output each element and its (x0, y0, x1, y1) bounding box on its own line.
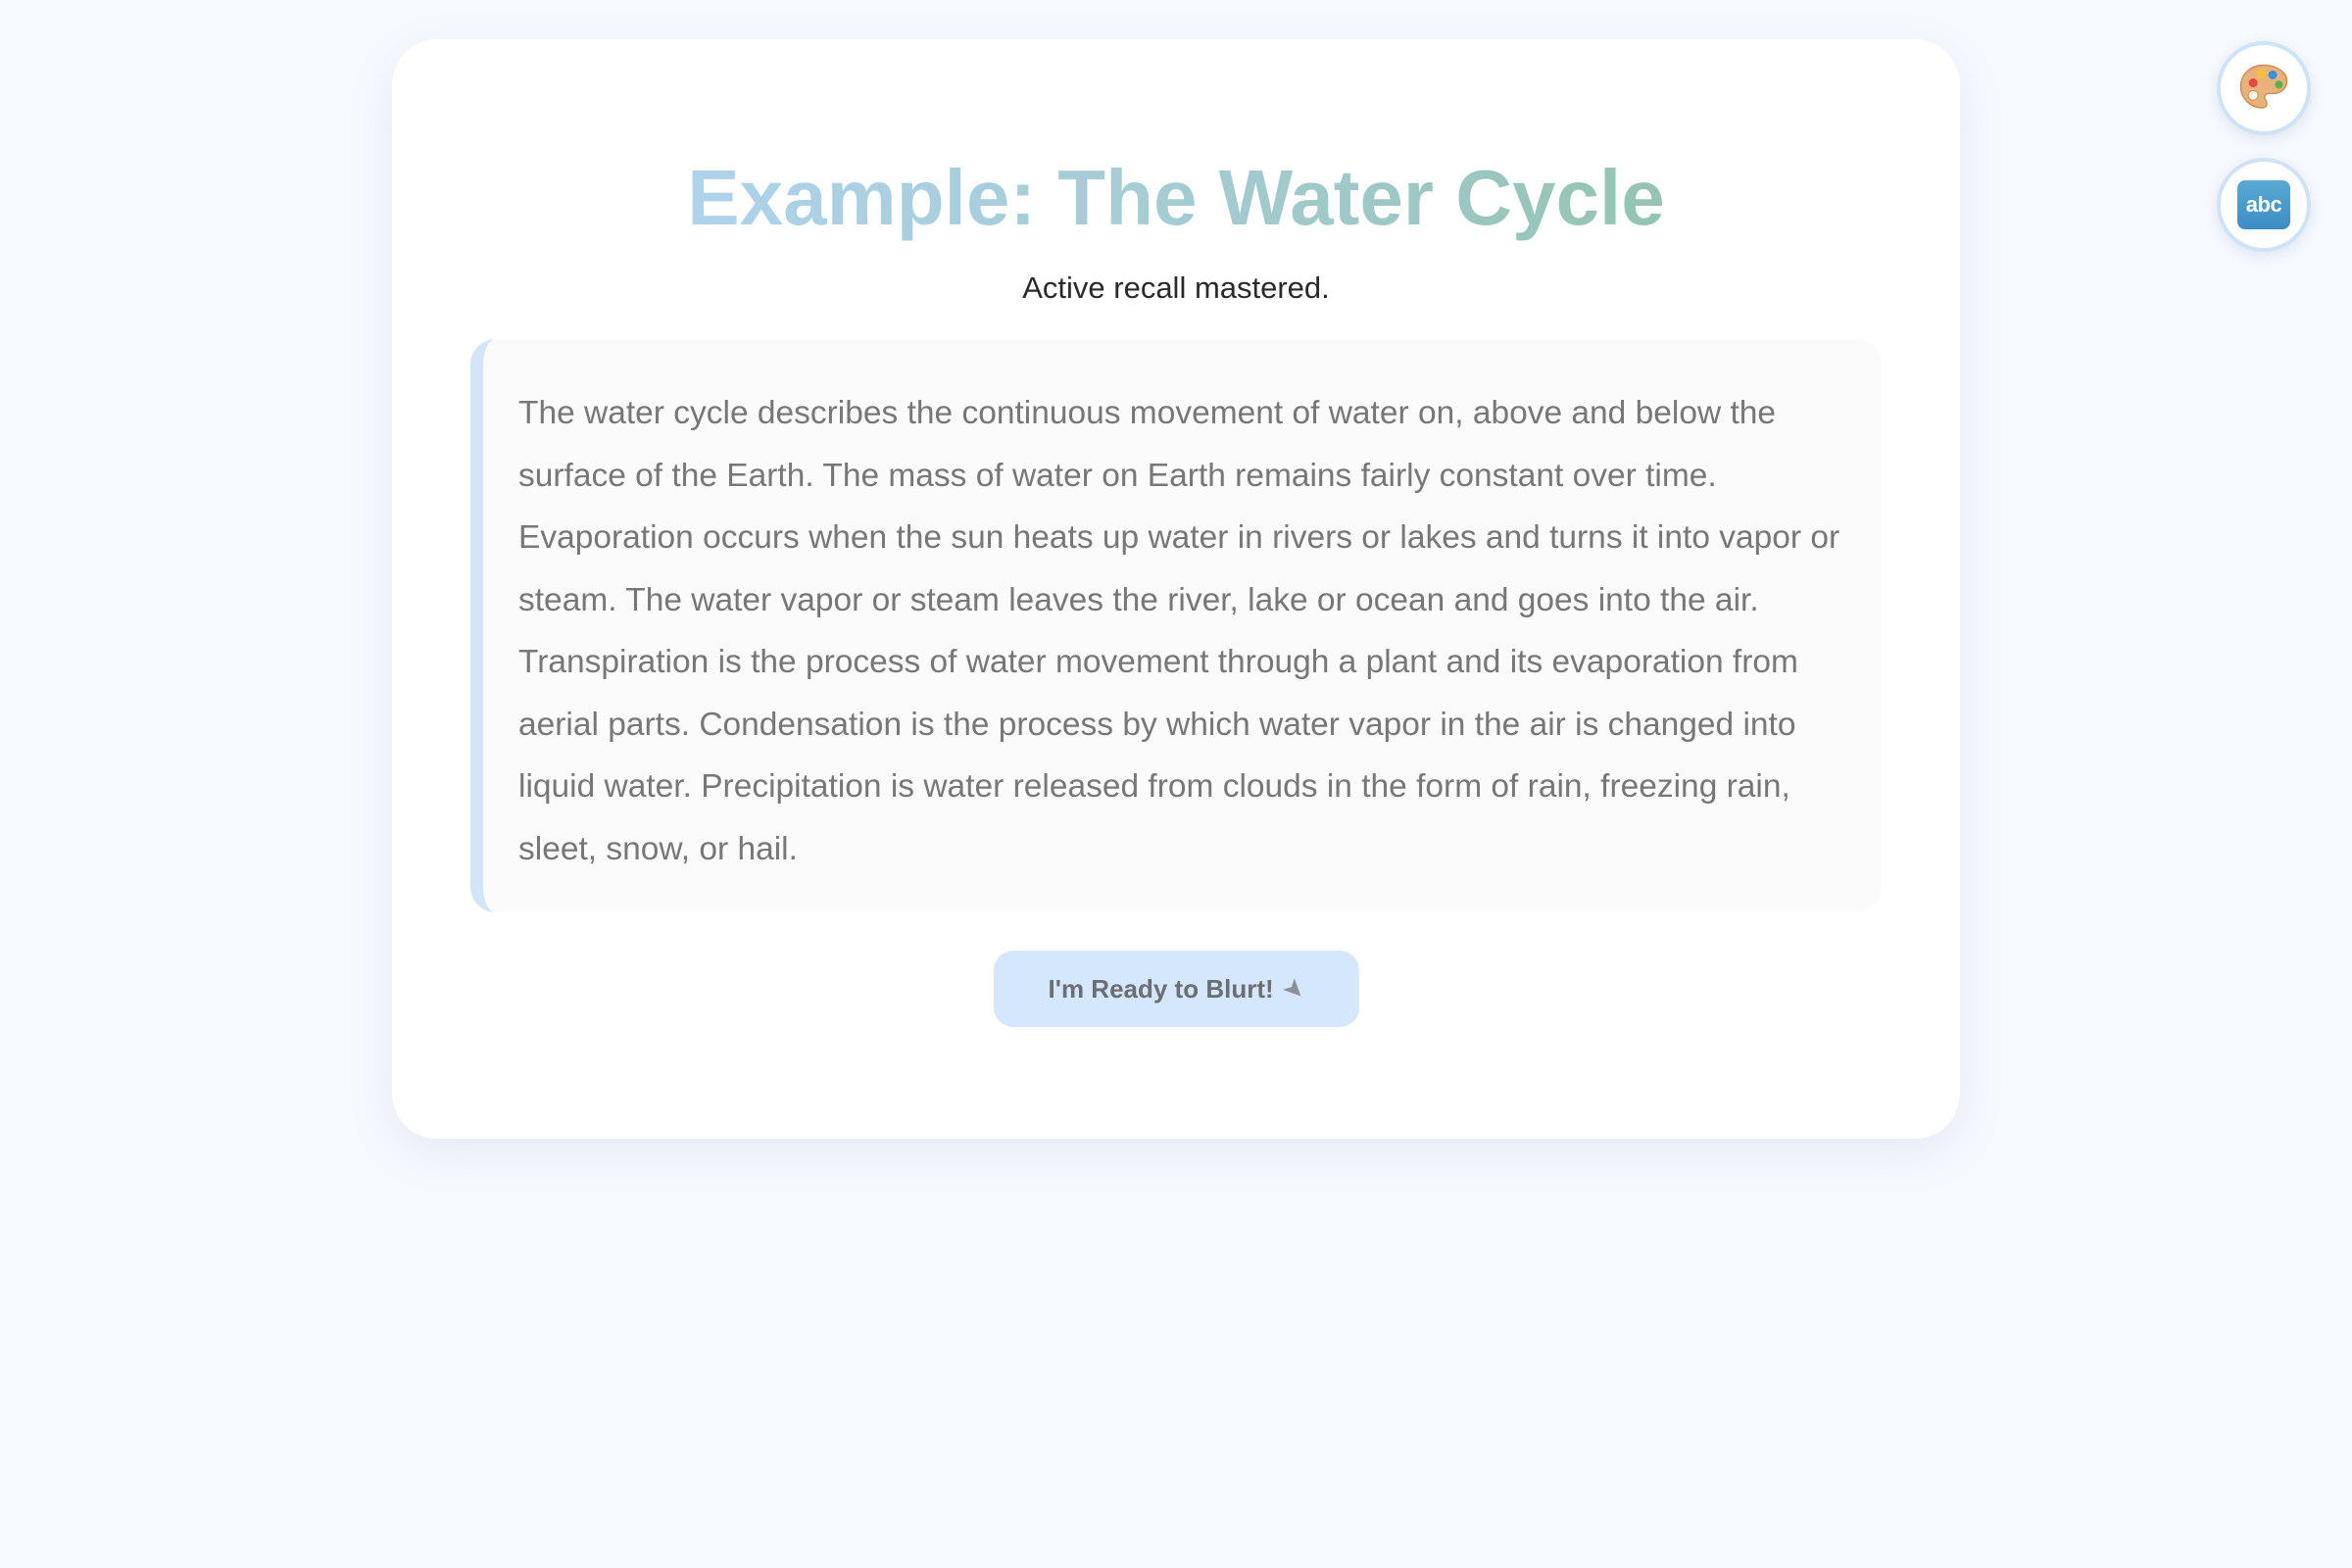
title-wrapper: Example: The Water Cycle (392, 149, 1960, 247)
theme-palette-button[interactable] (2217, 41, 2311, 135)
palette-icon (2239, 64, 2288, 109)
abc-icon-glyph: abc (2245, 192, 2282, 217)
page-subtitle: Active recall mastered. (1022, 270, 1330, 305)
font-toggle-button[interactable]: abc (2217, 158, 2311, 252)
ready-to-blurt-button[interactable]: I'm Ready to Blurt! ➤ (994, 951, 1359, 1027)
abc-icon: abc (2237, 180, 2290, 229)
study-passage: The water cycle describes the continuous… (470, 339, 1882, 912)
rocket-icon: ➤ (1276, 970, 1313, 1006)
ready-button-label: I'm Ready to Blurt! (1048, 973, 1274, 1004)
page-title: Example: The Water Cycle (687, 149, 1664, 247)
content-card: Example: The Water Cycle Active recall m… (392, 39, 1960, 1139)
